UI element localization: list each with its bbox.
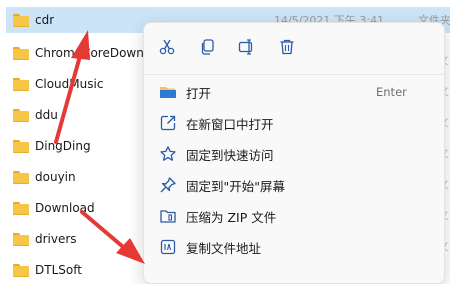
menu-item-open-new-window[interactable]: 在新窗口中打开	[144, 108, 444, 138]
file-name: douyin	[35, 170, 76, 184]
folder-icon	[13, 13, 29, 27]
pin-icon	[159, 176, 177, 194]
menu-item-label: 在新窗口中打开	[186, 116, 274, 132]
menu-item-label: 固定到快速访问	[186, 147, 274, 163]
rename-icon	[238, 39, 253, 55]
menu-item-open[interactable]: 打开 Enter	[144, 77, 444, 107]
cut-button[interactable]	[156, 36, 178, 58]
rename-button[interactable]	[236, 36, 258, 58]
file-name: ddu	[35, 108, 58, 122]
file-name: ChromeCoreDownloads	[35, 46, 147, 60]
folder-icon	[13, 170, 29, 184]
menu-item-pin-quick-access[interactable]: 固定到快速访问	[144, 139, 444, 169]
menu-item-label: 复制文件地址	[186, 240, 262, 256]
folder-icon	[13, 201, 29, 215]
folder-icon	[13, 46, 29, 60]
menu-divider	[144, 74, 444, 75]
copy-icon	[201, 39, 214, 55]
folder-icon	[13, 263, 29, 277]
copy-path-icon	[159, 238, 177, 256]
file-name: cdr	[35, 13, 55, 27]
menu-item-label: 固定到"开始"屏幕	[186, 178, 285, 194]
menu-item-pin-start[interactable]: 固定到"开始"屏幕	[144, 170, 444, 200]
menu-item-shortcut: Enter	[376, 85, 407, 99]
cut-icon	[159, 39, 175, 55]
file-name: CloudMusic	[35, 77, 104, 91]
folder-icon	[13, 139, 29, 153]
context-menu: 打开 Enter 在新窗口中打开 固定到快速访问 固定到"开始"屏幕 压缩为 Z…	[143, 22, 445, 284]
file-name: drivers	[35, 232, 77, 246]
file-name: DingDing	[35, 139, 91, 153]
delete-button[interactable]	[276, 36, 298, 58]
open-new-window-icon	[159, 114, 177, 132]
star-icon	[159, 145, 177, 163]
context-menu-toolbar	[144, 23, 444, 73]
menu-item-copy-path[interactable]: 复制文件地址	[144, 232, 444, 262]
folder-icon	[13, 232, 29, 246]
zip-icon	[159, 207, 177, 225]
delete-icon	[280, 39, 294, 55]
menu-item-label: 打开	[186, 85, 212, 101]
menu-item-compress-zip[interactable]: 压缩为 ZIP 文件	[144, 201, 444, 231]
copy-button[interactable]	[197, 36, 219, 58]
menu-item-label: 压缩为 ZIP 文件	[186, 209, 277, 225]
open-folder-icon	[159, 83, 177, 101]
folder-icon	[13, 77, 29, 91]
file-name: DTLSoft	[35, 263, 82, 277]
folder-icon	[13, 108, 29, 122]
file-name: Download	[35, 201, 95, 215]
